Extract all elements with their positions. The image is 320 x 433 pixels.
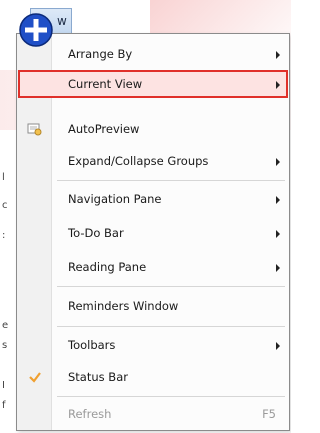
menu-item-label: AutoPreview — [68, 122, 140, 136]
menu-separator — [57, 396, 285, 397]
doc-fragment: f — [2, 400, 6, 411]
menu-item-label: To-Do Bar — [68, 226, 124, 240]
menu-item-label: Toolbars — [68, 338, 116, 352]
menu-item-navigation-pane[interactable]: Navigation Pane — [18, 185, 288, 213]
doc-fragment: e — [2, 320, 9, 331]
document-edge: l c : e s I f — [0, 40, 10, 433]
doc-fragment: c — [2, 200, 8, 211]
menu-item-todo-bar[interactable]: To-Do Bar — [18, 219, 288, 247]
menu-item-label: Refresh — [68, 407, 112, 421]
menu-item-reminders-window[interactable]: Reminders Window — [18, 292, 288, 320]
view-dropdown-menu: Arrange By Current View AutoPreview Expa… — [16, 33, 290, 431]
menu-separator — [57, 326, 285, 327]
submenu-arrow-icon — [276, 196, 280, 204]
cursor-plus-icon — [18, 12, 54, 48]
menu-item-label: Current View — [68, 77, 143, 91]
menu-item-status-bar[interactable]: Status Bar — [18, 363, 288, 391]
menu-item-expand-collapse-groups[interactable]: Expand/Collapse Groups — [18, 147, 288, 175]
submenu-arrow-icon — [276, 342, 280, 350]
shortcut-label: F5 — [262, 407, 276, 421]
menu-separator — [57, 180, 285, 181]
menu-item-label: Reading Pane — [68, 260, 147, 274]
view-menu-header-label: w — [57, 14, 67, 28]
autopreview-icon — [27, 121, 43, 137]
doc-fragment: l — [2, 172, 5, 183]
checkmark-icon — [27, 369, 43, 385]
menu-item-label: Expand/Collapse Groups — [68, 154, 209, 168]
submenu-arrow-icon — [276, 81, 280, 89]
doc-fragment: I — [2, 380, 5, 391]
doc-fragment: : — [2, 230, 6, 241]
menu-item-toolbars[interactable]: Toolbars — [18, 331, 288, 359]
menu-item-label: Navigation Pane — [68, 192, 162, 206]
menu-item-label: Status Bar — [68, 370, 128, 384]
doc-fragment: s — [2, 340, 8, 351]
screenshot-stage: l c : e s I f w Arrange By Current View — [0, 0, 291, 433]
menu-item-label: Arrange By — [68, 47, 133, 61]
menu-item-refresh[interactable]: Refresh F5 — [18, 400, 288, 428]
menu-separator — [57, 286, 285, 287]
submenu-arrow-icon — [276, 230, 280, 238]
submenu-arrow-icon — [276, 51, 280, 59]
menu-item-label: Reminders Window — [68, 299, 179, 313]
submenu-arrow-icon — [276, 264, 280, 272]
menu-item-arrange-by[interactable]: Arrange By — [18, 40, 288, 68]
menu-item-current-view[interactable]: Current View — [18, 70, 288, 98]
menu-item-reading-pane[interactable]: Reading Pane — [18, 253, 288, 281]
submenu-arrow-icon — [276, 158, 280, 166]
menu-item-autopreview[interactable]: AutoPreview — [18, 115, 288, 143]
